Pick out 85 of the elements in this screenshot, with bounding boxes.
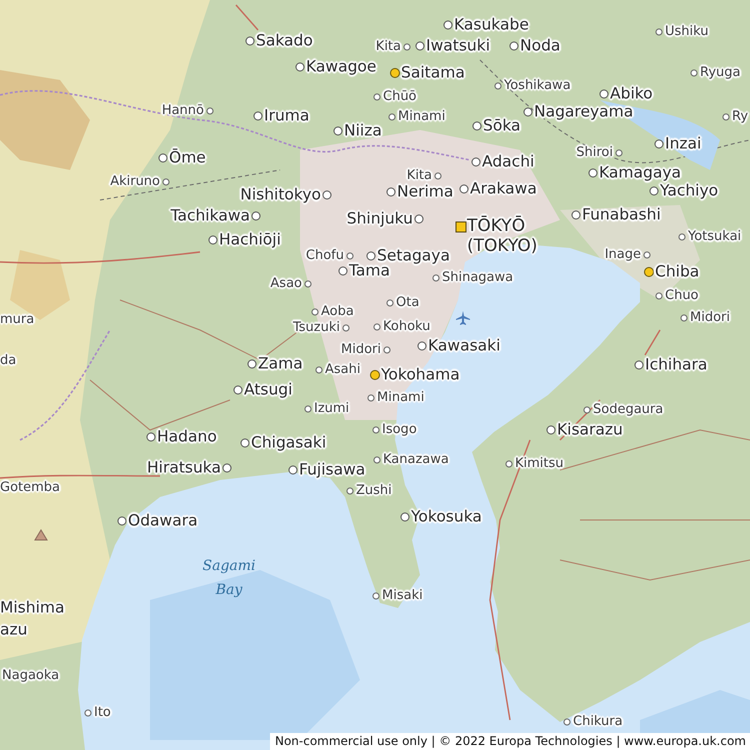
town-label: Minami (398, 110, 446, 124)
town-label: Asao (270, 276, 302, 292)
city-label: Nishitokyo (240, 186, 321, 204)
city-marker (322, 190, 332, 200)
town-label: Izumi (314, 402, 350, 416)
city-label: Yokosuka (411, 508, 482, 526)
city-label: Niiza (344, 122, 382, 140)
town-label: Kanazawa (383, 452, 449, 468)
town-label: Hannō (162, 104, 204, 118)
plane-icon (456, 311, 470, 325)
town-label: Misaki (382, 588, 423, 604)
town-label: Kita (376, 40, 401, 54)
town-label: Shiroi (576, 146, 613, 160)
town-label: Chofu (306, 248, 344, 264)
town-label: Ota (396, 296, 420, 310)
city-label: Yokohama (381, 366, 460, 384)
city-label: Hachiōji (219, 231, 281, 249)
town-label: Asahi (325, 362, 360, 378)
city-label: Ōme (169, 149, 206, 167)
city-marker (252, 212, 260, 220)
city-label: Hadano (157, 428, 217, 446)
place-label: Mishima (0, 599, 64, 617)
town-label: Tsuzuki (292, 320, 340, 336)
city-label: Abiko (610, 85, 653, 103)
city-label: Atsugi (244, 381, 292, 399)
town-label: Ry (732, 110, 748, 124)
town-label: Ryuga (700, 66, 740, 80)
town-label: Yotsukai (688, 230, 742, 244)
city-label: Hiratsuka (146, 459, 221, 477)
town-label: Isogo (382, 422, 417, 438)
city-label: Chiba (655, 263, 700, 281)
city-label: Chigasaki (251, 434, 326, 452)
town-label: Kita (406, 168, 432, 184)
city-label: Nagareyama (534, 103, 634, 121)
town-label: Yoshikawa (504, 78, 571, 94)
city-label: Ichihara (645, 356, 708, 374)
place-label: da (0, 354, 16, 368)
city-label: Nerima (397, 183, 454, 201)
city-label: Arakawa (470, 180, 537, 198)
town-label: Zushi (356, 484, 392, 498)
town-label: Chuo (665, 288, 699, 304)
city-label: Tachikawa (170, 207, 250, 225)
town-label: Inage (604, 248, 641, 262)
sea-label: Sagami Bay (202, 557, 256, 600)
town-label: Midori (341, 342, 381, 358)
town-label: Shinagawa (442, 270, 514, 286)
city-label: Kawasaki (428, 337, 500, 355)
place-label: Nagaoka (2, 668, 60, 684)
town-label: Ito (94, 706, 111, 720)
city-label: Sakado (256, 32, 313, 50)
town-label: Aoba (321, 304, 354, 320)
town-label: Kohoku (383, 320, 430, 334)
city-label: Fujisawa (299, 461, 366, 479)
town-label: Akiruno (110, 174, 160, 190)
city-label: Yachiyo (660, 182, 718, 200)
city-marker (414, 214, 424, 224)
city-label: Kawagoe (306, 58, 376, 76)
town-label: Sodegaura (593, 402, 664, 418)
place-label: Gotemba (0, 480, 60, 496)
town-label: Chikura (573, 714, 623, 730)
city-label: Tama (349, 262, 390, 280)
city-label: Kamagaya (599, 164, 681, 182)
city-label: Setagaya (377, 247, 450, 264)
town-label: Minami (377, 390, 424, 406)
city-label: Adachi (482, 153, 534, 171)
town-label: Chūō (383, 90, 417, 104)
town-label: Midori (690, 310, 730, 326)
city-label: Funabashi (582, 206, 661, 224)
mountain-icon (34, 529, 48, 541)
city-label: Zama (258, 355, 303, 373)
city-label: Odawara (128, 512, 198, 530)
attribution-text: Non-commercial use only | © 2022 Europa Technologies | www.europa.uk.com (270, 733, 750, 750)
place-label: mura (0, 312, 34, 328)
capital-label: TŌKYŌ (TOKYO) (467, 216, 538, 257)
city-label: Noda (520, 37, 560, 55)
city-label: Shinjuku (346, 210, 413, 228)
city-label: Iruma (264, 107, 310, 125)
city-label: Saitama (401, 64, 465, 82)
city-label: Kasukabe (454, 16, 529, 34)
town-label: Ushiku (665, 24, 709, 40)
capital-marker (456, 222, 466, 232)
city-label: Inzai (665, 135, 702, 153)
place-label: azu (0, 621, 28, 639)
city-label: Sōka (483, 117, 521, 135)
city-label: Iwatsuki (426, 37, 490, 55)
